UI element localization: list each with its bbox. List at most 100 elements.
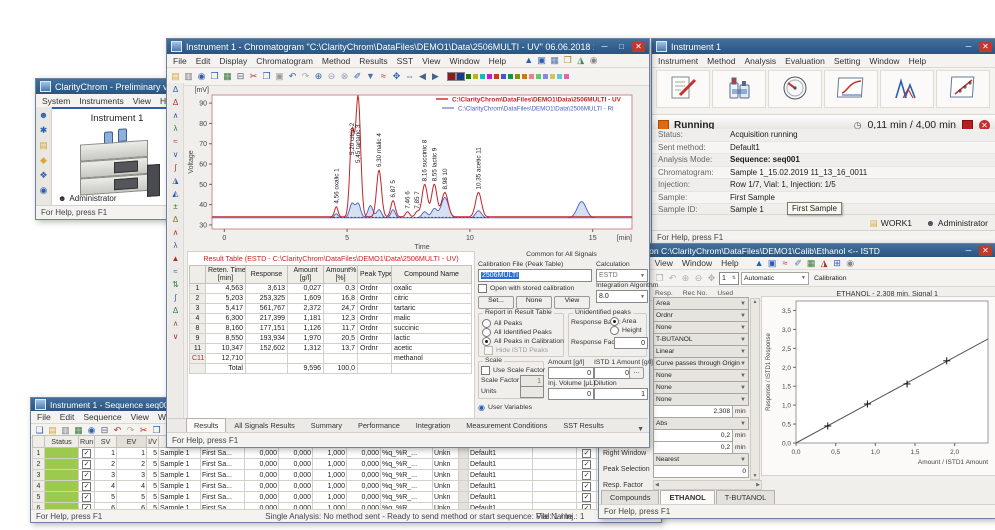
- compound-field-0[interactable]: Area▼: [653, 298, 749, 309]
- report-radio-2[interactable]: All Peaks in Calibration: [482, 337, 564, 346]
- peak-end-icon[interactable]: ◭: [172, 189, 178, 198]
- undo-icon[interactable]: ↶: [667, 273, 678, 284]
- signal-color-swatch[interactable]: [457, 73, 464, 80]
- signal-color-swatch[interactable]: [529, 74, 534, 79]
- fields-horizontal-scrollbar[interactable]: ◀▶: [653, 480, 762, 490]
- menu-setting[interactable]: Setting: [834, 56, 860, 66]
- signal-color-swatch[interactable]: [536, 74, 541, 79]
- calib-column-header[interactable]: Used: [717, 290, 733, 297]
- grid-icon[interactable]: ▦: [549, 55, 560, 66]
- signal-color-swatch[interactable]: [473, 74, 478, 79]
- run-checkbox[interactable]: ✓: [82, 449, 91, 458]
- run-checkbox[interactable]: ✓: [82, 493, 91, 502]
- user-variables-toggle[interactable]: ◉ User Variables: [478, 403, 532, 412]
- spike-tool-icon[interactable]: ▲: [172, 254, 180, 263]
- calibration-titlebar[interactable]: Calibration C:\ClarityChrom\DataFiles\DE…: [599, 244, 995, 257]
- folder-icon[interactable]: ▤: [38, 140, 49, 151]
- network-icon[interactable]: ❖: [38, 170, 49, 181]
- menu-window[interactable]: Window: [449, 56, 479, 66]
- chromatogram-button[interactable]: [880, 70, 934, 108]
- method-setup-button[interactable]: [656, 70, 710, 108]
- compound-field-2[interactable]: None▼: [653, 322, 749, 333]
- table-row[interactable]: 1110,347152,6021,31213,7Ordnracetic: [190, 344, 472, 354]
- open-stored-calibration-checkbox[interactable]: Open with stored calibration: [478, 284, 574, 293]
- table-row[interactable]: 4✓445Sample 1First Sa...0,0000,0001,0000…: [33, 481, 655, 492]
- view-button[interactable]: View: [554, 296, 590, 309]
- instrument-card[interactable]: Instrument 1 ☻ Administrator: [52, 107, 182, 206]
- cross-icon[interactable]: ✥: [706, 273, 717, 284]
- compound-field-1[interactable]: Ordnr▼: [653, 310, 749, 321]
- table-row[interactable]: 88,160177,1511,12611,7Ordnrsuccinic: [190, 324, 472, 334]
- zoom-out-icon[interactable]: ⊖: [326, 71, 337, 82]
- navigator-icon[interactable]: ▲: [523, 55, 534, 66]
- peak-start-icon[interactable]: ◮: [172, 176, 178, 185]
- run-checkbox[interactable]: ✓: [82, 471, 91, 480]
- signal-color-swatch[interactable]: [501, 74, 506, 79]
- menu-view[interactable]: View: [131, 412, 149, 422]
- pin-icon[interactable]: ✐: [793, 258, 804, 269]
- table-row[interactable]: 25,203253,3251,60916,8Ordnrcitric: [190, 294, 472, 304]
- run-checkbox[interactable]: ✓: [82, 482, 91, 491]
- sequence-column-header[interactable]: EV: [117, 436, 147, 448]
- result-column-header[interactable]: Amount%[%]: [324, 266, 358, 284]
- report-radio-1[interactable]: All Identified Peaks: [482, 328, 564, 337]
- compound-field-5[interactable]: Curve passes through Origin▼: [653, 358, 749, 369]
- none-button[interactable]: None: [516, 296, 552, 309]
- signal-color-swatch[interactable]: [522, 74, 527, 79]
- info-icon[interactable]: ◉: [38, 185, 49, 196]
- table-row[interactable]: 35,417561,7672,37224,7Ordnrtartaric: [190, 304, 472, 314]
- menu-window[interactable]: Window: [869, 56, 899, 66]
- calculation-select[interactable]: ESTD▼: [596, 269, 648, 282]
- result-column-header[interactable]: Reten. Time[min]: [206, 266, 246, 284]
- open-calib-icon[interactable]: ▲: [754, 258, 765, 269]
- zoom-out-icon[interactable]: ⊖: [693, 273, 704, 284]
- report-checkbox[interactable]: ✓: [582, 460, 591, 469]
- table-icon[interactable]: ▦: [222, 71, 233, 82]
- menu-method[interactable]: Method: [322, 56, 350, 66]
- report-checkbox[interactable]: ✓: [582, 482, 591, 491]
- hide-istd-checkbox[interactable]: Hide ISTD Peaks: [484, 346, 548, 355]
- signal-color-swatch[interactable]: [448, 73, 455, 80]
- signal-color-swatch[interactable]: [550, 74, 555, 79]
- run-checkbox[interactable]: ✓: [82, 460, 91, 469]
- calibration-button[interactable]: [936, 70, 990, 108]
- tab-t-butanol[interactable]: T-BUTANOL: [716, 490, 776, 504]
- view-select[interactable]: Calibration: [811, 272, 873, 285]
- result-column-header[interactable]: Peak Type: [358, 266, 392, 284]
- instrument-titlebar[interactable]: Instrument 1 ─ ✕: [652, 39, 995, 54]
- compound-field-7[interactable]: None▼: [653, 382, 749, 393]
- menu-view[interactable]: View: [133, 96, 151, 106]
- tab-all-signals-results[interactable]: All Signals Results: [226, 418, 302, 433]
- open-folder-icon[interactable]: ▤: [170, 71, 181, 82]
- table-row[interactable]: C1112,710methanol: [190, 354, 472, 364]
- zoom-reset-icon[interactable]: ⊗: [339, 71, 350, 82]
- sequence-column-header[interactable]: Run: [79, 436, 95, 448]
- move-icon[interactable]: ✥: [391, 71, 402, 82]
- calib-column-header[interactable]: Resp.: [655, 290, 673, 297]
- smooth-tool-icon[interactable]: ≈: [173, 267, 177, 276]
- settings-icon[interactable]: ◉: [588, 55, 599, 66]
- table-row[interactable]: 5✓555Sample 1First Sa...0,0000,0001,0000…: [33, 492, 655, 503]
- close-icon[interactable]: ✕: [979, 42, 992, 52]
- valley-tool-icon[interactable]: ∨: [173, 150, 179, 159]
- compound-field-8[interactable]: None▼: [653, 394, 749, 405]
- settings-icon[interactable]: ◉: [845, 258, 856, 269]
- cursor-tool-icon[interactable]: λ: [174, 124, 178, 133]
- compound-field-9[interactable]: 2,308min: [653, 406, 749, 417]
- menu-chromatogram[interactable]: Chromatogram: [256, 56, 313, 66]
- menu-help[interactable]: Help: [489, 56, 506, 66]
- menu-sequence[interactable]: Sequence: [83, 412, 121, 422]
- split-tool-icon[interactable]: ±: [173, 202, 177, 211]
- gear-icon[interactable]: ✱: [38, 125, 49, 136]
- data-acquisition-button[interactable]: [824, 70, 878, 108]
- calib-file-input[interactable]: 2506MULTI: [478, 269, 592, 282]
- zoom-in-icon[interactable]: ⊕: [313, 71, 324, 82]
- export-icon[interactable]: ⊞: [832, 258, 843, 269]
- zoom-in-icon[interactable]: ⊕: [680, 273, 691, 284]
- tab-ethanol[interactable]: ETHANOL: [660, 490, 714, 504]
- signal-color-swatch[interactable]: [557, 74, 562, 79]
- tab-measurement-conditions[interactable]: Measurement Conditions: [458, 418, 555, 433]
- menu-evaluation[interactable]: Evaluation: [785, 56, 825, 66]
- print-icon[interactable]: ⊟: [235, 71, 246, 82]
- next-icon[interactable]: ▶: [430, 71, 441, 82]
